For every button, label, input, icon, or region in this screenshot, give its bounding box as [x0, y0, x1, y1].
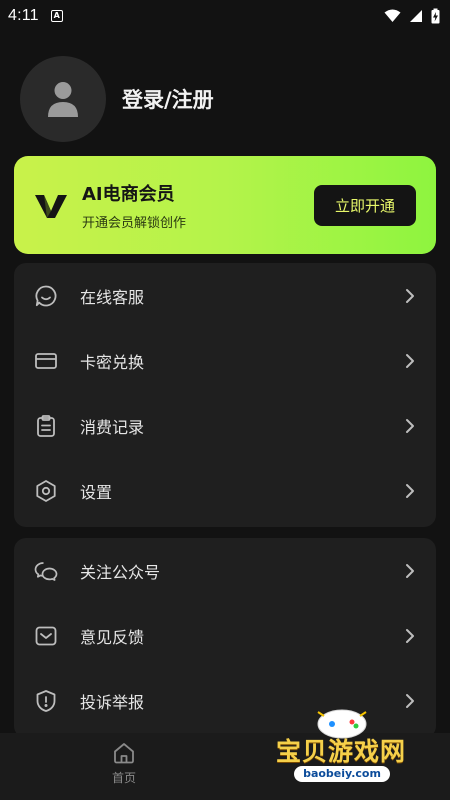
status-icons [384, 8, 440, 24]
a-notification-icon: A [50, 10, 63, 22]
menu-item-purchase-history[interactable]: 消费记录 [14, 393, 436, 458]
menu-label: 投诉举报 [80, 692, 145, 712]
mail-icon [34, 624, 58, 648]
menu-item-follow-account[interactable]: 关注公众号 [14, 538, 436, 603]
chevron-right-icon [406, 288, 414, 303]
menu-label: 在线客服 [80, 287, 145, 307]
status-bar: 4:11 A [0, 0, 450, 32]
chevron-right-icon [406, 353, 414, 368]
menu-label: 意见反馈 [80, 627, 145, 647]
signal-icon [410, 10, 422, 22]
menu-item-settings[interactable]: 设置 [14, 458, 436, 523]
menu-label: 设置 [80, 482, 113, 502]
chat-bubble-icon [34, 284, 58, 308]
vip-texts: AI电商会员 开通会员解锁创作 [82, 180, 186, 231]
card-icon [34, 349, 58, 373]
vip-banner[interactable]: AI电商会员 开通会员解锁创作 立即开通 [14, 156, 436, 254]
wechat-icon [34, 559, 58, 583]
clipboard-icon [34, 414, 58, 438]
battery-charging-icon [431, 8, 440, 24]
watermark: 宝贝游戏网 baobeiy.com [268, 700, 438, 792]
menu-item-feedback[interactable]: 意见反馈 [14, 603, 436, 668]
profile-section[interactable]: 登录/注册 [20, 56, 214, 142]
v-logo-icon [35, 195, 67, 218]
chevron-right-icon [406, 563, 414, 578]
status-time: 4:11 [8, 7, 39, 24]
menu-item-customer-service[interactable]: 在线客服 [14, 263, 436, 328]
avatar[interactable] [20, 56, 106, 142]
menu-item-card-redeem[interactable]: 卡密兑换 [14, 328, 436, 393]
menu-label: 卡密兑换 [80, 352, 145, 372]
login-register-link[interactable]: 登录/注册 [122, 84, 214, 114]
watermark-url: baobeiy.com [294, 766, 390, 782]
nav-home[interactable]: 首页 [100, 741, 148, 786]
nav-home-label: 首页 [111, 771, 136, 785]
shield-alert-icon [34, 689, 58, 713]
home-icon [114, 743, 134, 764]
chevron-right-icon [406, 418, 414, 433]
settings-hexagon-icon [34, 479, 58, 503]
watermark-text: 宝贝游戏网 [276, 737, 407, 766]
vip-subtitle: 开通会员解锁创作 [82, 215, 187, 231]
menu-label: 关注公众号 [80, 562, 161, 582]
chevron-right-icon [406, 628, 414, 643]
vip-title: AI电商会员 [82, 183, 175, 205]
user-icon [48, 82, 78, 117]
chevron-right-icon [406, 483, 414, 498]
open-vip-button[interactable]: 立即开通 [314, 185, 416, 226]
wifi-icon [384, 9, 401, 22]
menu-label: 消费记录 [80, 417, 145, 437]
menu-group-1: 在线客服 卡密兑换 消费记录 设置 [14, 263, 436, 527]
